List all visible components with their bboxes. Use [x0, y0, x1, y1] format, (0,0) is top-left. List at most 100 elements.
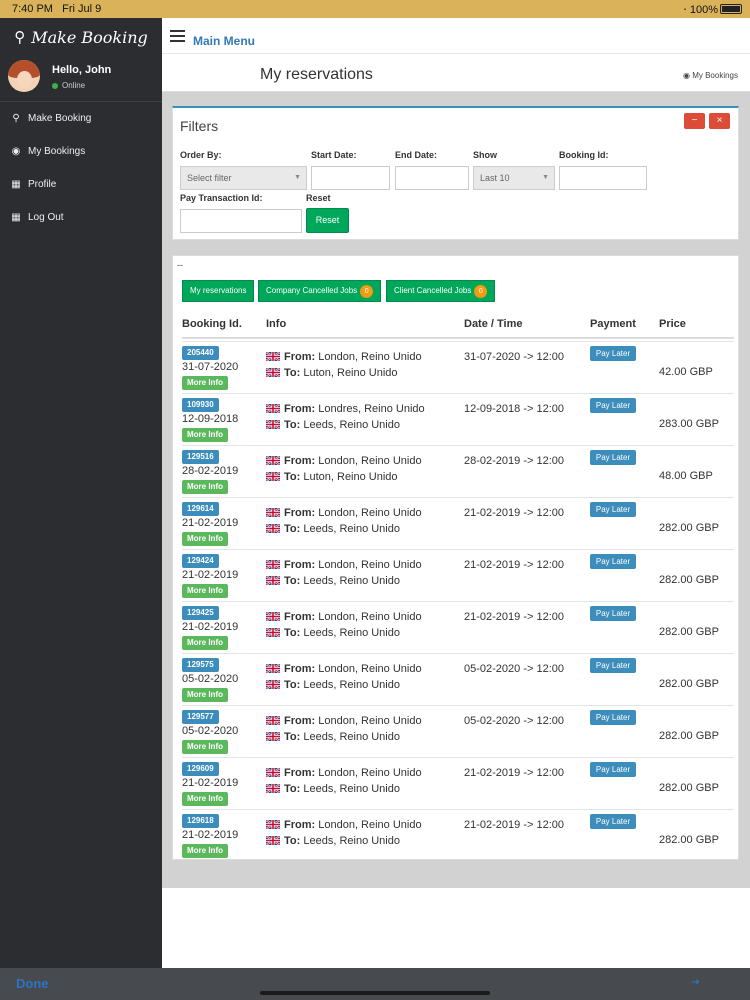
close-icon: × — [716, 115, 723, 126]
booking-price: 48.00 GBP — [659, 470, 713, 482]
table-row: 129516 28-02-2019 More Info From: London, R… — [182, 445, 734, 497]
show-label: Show — [473, 150, 497, 160]
sidebar-item-profile[interactable]: ▦ Profile — [0, 168, 162, 201]
booking-id-badge[interactable]: 109930 — [182, 398, 219, 412]
from-location: From: London, Reino Unido — [266, 351, 422, 363]
close-button[interactable]: × — [709, 113, 730, 129]
pay-transaction-input[interactable] — [180, 209, 302, 233]
breadcrumb[interactable]: ◉ My Bookings — [683, 71, 738, 80]
collapse-button[interactable]: − — [684, 113, 705, 129]
booking-id-badge[interactable]: 129614 — [182, 502, 219, 516]
dashboard-icon: ◉ — [11, 146, 21, 157]
column-header-booking-id: Booking Id. — [182, 318, 242, 330]
tab-my-reservations[interactable]: My reservations — [182, 280, 255, 302]
pay-later-button[interactable]: Pay Later — [590, 762, 636, 777]
table-row: 129609 21-02-2019 More Info From: London, R… — [182, 757, 734, 809]
booking-price: 282.00 GBP — [659, 626, 719, 638]
pay-later-button[interactable]: Pay Later — [590, 346, 636, 361]
booking-id-badge[interactable]: 129425 — [182, 606, 219, 620]
booking-datetime: 28-02-2019 -> 12:00 — [464, 455, 564, 467]
hamburger-menu-icon[interactable] — [170, 30, 185, 42]
booking-datetime: 05-02-2020 -> 12:00 — [464, 715, 564, 727]
pay-later-button[interactable]: Pay Later — [590, 398, 636, 413]
brand[interactable]: ⚲ Make Booking — [0, 18, 162, 56]
to-location: To: Luton, Reino Unido — [266, 471, 398, 483]
more-info-button[interactable]: More Info — [182, 792, 228, 806]
booking-id-badge[interactable]: 129575 — [182, 658, 219, 672]
more-info-button[interactable]: More Info — [182, 584, 228, 598]
battery-icon — [720, 4, 742, 14]
more-info-button[interactable]: More Info — [182, 636, 228, 650]
sidebar-item-my-bookings[interactable]: ◉ My Bookings — [0, 135, 162, 168]
show-select[interactable]: Last 10 ▼ — [473, 166, 555, 190]
uk-flag-icon — [266, 560, 280, 569]
brand-title: Make Booking — [31, 27, 148, 47]
reset-button[interactable]: Reset — [306, 208, 349, 233]
booking-id-badge[interactable]: 129618 — [182, 814, 219, 828]
to-location: To: Leeds, Reino Unido — [266, 627, 400, 639]
uk-flag-icon — [266, 664, 280, 673]
booking-id-input[interactable] — [559, 166, 647, 190]
more-info-button[interactable]: More Info — [182, 532, 228, 546]
booking-date: 21-02-2019 — [182, 569, 239, 581]
pay-later-button[interactable]: Pay Later — [590, 450, 636, 465]
from-location: From: London, Reino Unido — [266, 663, 422, 675]
avatar — [8, 60, 40, 92]
uk-flag-icon — [266, 420, 280, 429]
title-bar: My reservations ◉ My Bookings — [162, 54, 750, 92]
end-date-input[interactable] — [395, 166, 469, 190]
booking-date: 21-02-2019 — [182, 517, 239, 529]
more-info-button[interactable]: More Info — [182, 844, 228, 858]
start-date-label: Start Date: — [311, 150, 357, 160]
order-by-select[interactable]: Select filter ▼ — [180, 166, 307, 190]
count-badge: 0 — [360, 285, 374, 298]
map-marker-icon: ⚲ — [14, 28, 26, 46]
pay-later-button[interactable]: Pay Later — [590, 606, 636, 621]
uk-flag-icon — [266, 524, 280, 533]
booking-date: 12-09-2018 — [182, 413, 239, 425]
main-menu-link[interactable]: Main Menu — [193, 34, 255, 48]
booking-datetime: 21-02-2019 -> 12:00 — [464, 767, 564, 779]
status-time: 7:40 PM Fri Jul 9 — [12, 3, 102, 15]
more-info-button[interactable]: More Info — [182, 376, 228, 390]
from-location: From: Londres, Reino Unido — [266, 403, 425, 415]
booking-price: 282.00 GBP — [659, 574, 719, 586]
uk-flag-icon — [266, 680, 280, 689]
booking-id-badge[interactable]: 205440 — [182, 346, 219, 360]
pay-transaction-label: Pay Transaction Id: — [180, 193, 263, 203]
booking-id-badge[interactable]: 129577 — [182, 710, 219, 724]
arrow-right-icon[interactable]: ➜ — [692, 977, 700, 988]
to-location: To: Leeds, Reino Unido — [266, 731, 400, 743]
sidebar-item-label: My Bookings — [28, 146, 86, 157]
pay-later-button[interactable]: Pay Later — [590, 710, 636, 725]
to-location: To: Leeds, Reino Unido — [266, 523, 400, 535]
more-info-button[interactable]: More Info — [182, 688, 228, 702]
sidebar-item-make-booking[interactable]: ⚲ Make Booking — [0, 102, 162, 135]
pay-later-button[interactable]: Pay Later — [590, 814, 636, 829]
more-info-button[interactable]: More Info — [182, 480, 228, 494]
booking-id-badge[interactable]: 129609 — [182, 762, 219, 776]
booking-price: 282.00 GBP — [659, 782, 719, 794]
more-info-button[interactable]: More Info — [182, 428, 228, 442]
booking-datetime: 21-02-2019 -> 12:00 — [464, 507, 564, 519]
from-location: From: London, Reino Unido — [266, 819, 422, 831]
count-badge: 0 — [474, 285, 488, 298]
booking-datetime: 21-02-2019 -> 12:00 — [464, 559, 564, 571]
sidebar-item-log-out[interactable]: ▦ Log Out — [0, 201, 162, 234]
booking-id-badge[interactable]: 129424 — [182, 554, 219, 568]
more-info-button[interactable]: More Info — [182, 740, 228, 754]
pay-later-button[interactable]: Pay Later — [590, 658, 636, 673]
table-row: 129614 21-02-2019 More Info From: London, R… — [182, 497, 734, 549]
pay-later-button[interactable]: Pay Later — [590, 554, 636, 569]
done-button[interactable]: Done — [16, 976, 49, 991]
tab-company-cancelled-jobs[interactable]: Company Cancelled Jobs 0 — [258, 280, 382, 302]
booking-id-badge[interactable]: 129516 — [182, 450, 219, 464]
from-location: From: London, Reino Unido — [266, 767, 422, 779]
start-date-input[interactable] — [311, 166, 390, 190]
column-header-price: Price — [659, 318, 686, 330]
pay-later-button[interactable]: Pay Later — [590, 502, 636, 517]
tab-client-cancelled-jobs[interactable]: Client Cancelled Jobs 0 — [386, 280, 496, 302]
sidebar-item-label: Log Out — [28, 212, 64, 223]
uk-flag-icon — [266, 820, 280, 829]
from-location: From: London, Reino Unido — [266, 559, 422, 571]
